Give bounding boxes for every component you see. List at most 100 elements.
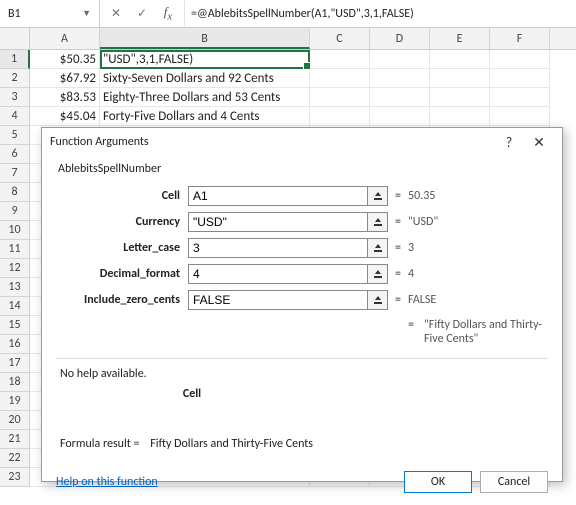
column-headers: A B C D E F bbox=[0, 28, 576, 50]
row-header[interactable]: 20 bbox=[0, 411, 30, 430]
cell[interactable] bbox=[310, 107, 370, 126]
argument-label: Decimal_format bbox=[56, 267, 188, 281]
collapse-dialog-icon[interactable] bbox=[368, 186, 388, 206]
argument-input[interactable] bbox=[188, 290, 368, 310]
equals-sign: = bbox=[388, 241, 408, 255]
row-header[interactable]: 13 bbox=[0, 278, 30, 297]
ok-button[interactable]: OK bbox=[404, 471, 472, 493]
cell[interactable] bbox=[370, 88, 430, 107]
argument-row: Currency="USD" bbox=[56, 210, 548, 234]
cell[interactable]: "USD",3,1,FALSE) bbox=[100, 50, 310, 69]
row-header[interactable]: 5 bbox=[0, 126, 30, 145]
cell[interactable] bbox=[370, 69, 430, 88]
row-header[interactable]: 14 bbox=[0, 297, 30, 316]
no-help-text: No help available. bbox=[56, 365, 548, 387]
argument-label: Include_zero_cents bbox=[56, 293, 188, 307]
formula-input[interactable]: =@AblebitsSpellNumber(A1,"USD",3,1,FALSE… bbox=[185, 0, 576, 27]
cell[interactable] bbox=[430, 107, 490, 126]
formula-text: =@AblebitsSpellNumber(A1,"USD",3,1,FALSE… bbox=[191, 7, 414, 21]
row-header[interactable]: 3 bbox=[0, 88, 30, 107]
cancel-button[interactable]: Cancel bbox=[480, 471, 548, 493]
argument-resolved: 3 bbox=[408, 241, 548, 255]
select-all-corner[interactable] bbox=[0, 28, 30, 49]
cell[interactable] bbox=[430, 69, 490, 88]
row-header[interactable]: 10 bbox=[0, 221, 30, 240]
col-header-d[interactable]: D bbox=[370, 28, 430, 49]
name-box-text: B1 bbox=[4, 7, 78, 21]
row-header[interactable]: 7 bbox=[0, 164, 30, 183]
formula-bar: B1 ▼ ✕ ✓ fx =@AblebitsSpellNumber(A1,"US… bbox=[0, 0, 576, 28]
argument-input[interactable] bbox=[188, 212, 368, 232]
row-header[interactable]: 8 bbox=[0, 183, 30, 202]
cell[interactable] bbox=[430, 50, 490, 69]
collapse-dialog-icon[interactable] bbox=[368, 212, 388, 232]
cell[interactable] bbox=[490, 88, 550, 107]
argument-label: Currency bbox=[56, 215, 188, 229]
row-header[interactable]: 21 bbox=[0, 430, 30, 449]
cell[interactable]: $67.92 bbox=[30, 69, 100, 88]
cell[interactable] bbox=[370, 50, 430, 69]
row-header[interactable]: 9 bbox=[0, 202, 30, 221]
row-header[interactable]: 18 bbox=[0, 373, 30, 392]
col-header-e[interactable]: E bbox=[430, 28, 490, 49]
collapse-dialog-icon[interactable] bbox=[368, 238, 388, 258]
row-header[interactable]: 22 bbox=[0, 449, 30, 468]
argument-input[interactable] bbox=[188, 186, 368, 206]
cell[interactable] bbox=[490, 50, 550, 69]
formula-bar-buttons: ✕ ✓ fx bbox=[100, 0, 185, 27]
argument-input[interactable] bbox=[188, 264, 368, 284]
dialog-body: AblebitsSpellNumber Cell=50.35Currency="… bbox=[42, 156, 562, 471]
row-header[interactable]: 17 bbox=[0, 354, 30, 373]
cell[interactable] bbox=[370, 107, 430, 126]
cell[interactable] bbox=[490, 69, 550, 88]
cell[interactable] bbox=[430, 88, 490, 107]
help-link[interactable]: Help on this function bbox=[56, 475, 396, 489]
cell[interactable]: $45.04 bbox=[30, 107, 100, 126]
cell[interactable]: Sixty-Seven Dollars and 92 Cents bbox=[100, 69, 310, 88]
col-header-b[interactable]: B bbox=[100, 28, 310, 49]
cell[interactable]: $50.35 bbox=[30, 50, 100, 69]
dialog-titlebar[interactable]: Function Arguments ? ✕ bbox=[42, 128, 562, 156]
accept-formula-icon[interactable]: ✓ bbox=[134, 6, 150, 21]
cell[interactable] bbox=[310, 50, 370, 69]
row-header[interactable]: 16 bbox=[0, 335, 30, 354]
equals-sign: = bbox=[388, 267, 408, 281]
cell[interactable] bbox=[310, 88, 370, 107]
row-header[interactable]: 15 bbox=[0, 316, 30, 335]
dialog-title: Function Arguments bbox=[50, 135, 494, 149]
equals-sign: = bbox=[388, 189, 408, 203]
dialog-footer: Help on this function OK Cancel bbox=[42, 471, 562, 505]
row-header[interactable]: 4 bbox=[0, 107, 30, 126]
collapse-dialog-icon[interactable] bbox=[368, 290, 388, 310]
row-header[interactable]: 1 bbox=[0, 50, 30, 69]
function-arguments-dialog: Function Arguments ? ✕ AblebitsSpellNumb… bbox=[41, 127, 563, 482]
row-header[interactable]: 6 bbox=[0, 145, 30, 164]
dialog-close-icon[interactable]: ✕ bbox=[524, 134, 554, 151]
function-name: AblebitsSpellNumber bbox=[56, 160, 548, 184]
argument-input[interactable] bbox=[188, 238, 368, 258]
row-header[interactable]: 11 bbox=[0, 240, 30, 259]
dialog-help-icon[interactable]: ? bbox=[494, 134, 524, 151]
name-box-dropdown-icon[interactable]: ▼ bbox=[78, 6, 95, 21]
col-header-c[interactable]: C bbox=[310, 28, 370, 49]
name-box[interactable]: B1 ▼ bbox=[0, 0, 100, 27]
grid-row: 4$45.04Forty-Five Dollars and 4 Cents bbox=[0, 107, 576, 126]
insert-function-icon[interactable]: fx bbox=[160, 4, 176, 23]
col-header-f[interactable]: F bbox=[490, 28, 550, 49]
cell[interactable]: Forty-Five Dollars and 4 Cents bbox=[100, 107, 310, 126]
row-header[interactable]: 2 bbox=[0, 69, 30, 88]
cell[interactable]: $83.53 bbox=[30, 88, 100, 107]
row-header[interactable]: 19 bbox=[0, 392, 30, 411]
collapse-dialog-icon[interactable] bbox=[368, 264, 388, 284]
argument-resolved: FALSE bbox=[408, 293, 548, 307]
col-header-a[interactable]: A bbox=[30, 28, 100, 49]
row-header[interactable]: 23 bbox=[0, 468, 30, 487]
equals-sign: = bbox=[408, 318, 424, 346]
formula-result-value: Fifty Dollars and Thirty-Five Cents bbox=[150, 437, 313, 451]
cancel-formula-icon[interactable]: ✕ bbox=[108, 6, 124, 21]
cell[interactable] bbox=[310, 69, 370, 88]
cell[interactable]: Eighty-Three Dollars and 53 Cents bbox=[100, 88, 310, 107]
row-header[interactable]: 12 bbox=[0, 259, 30, 278]
cell[interactable] bbox=[490, 107, 550, 126]
formula-result-row: Formula result = Fifty Dollars and Thirt… bbox=[56, 431, 548, 461]
